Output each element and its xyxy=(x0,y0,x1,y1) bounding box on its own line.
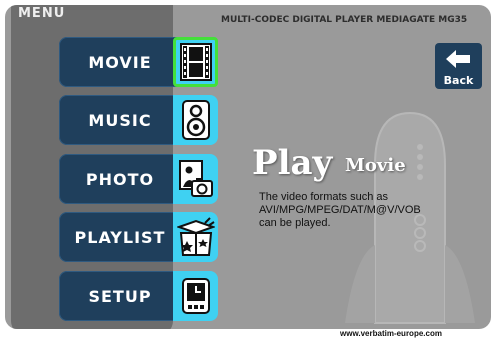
photo-button[interactable]: PHOTO xyxy=(59,154,181,204)
film-strip-icon[interactable] xyxy=(173,37,218,87)
gift-box-icon[interactable] xyxy=(173,212,218,262)
device-title: MULTI-CODEC DIGITAL PLAYER MEDIAGATE MG3… xyxy=(221,15,468,25)
speaker-icon[interactable] xyxy=(173,95,218,145)
back-label: Back xyxy=(443,74,474,87)
description-line: can be played. xyxy=(259,217,331,229)
menu-title: MENU xyxy=(18,6,66,21)
back-button[interactable]: Back xyxy=(435,43,482,89)
menu-item-movie[interactable]: MOVIE xyxy=(59,37,218,87)
description-line: AVI/MPG/MPEG/DAT/M@V/VOB xyxy=(259,204,421,216)
photo-camera-icon[interactable] xyxy=(173,154,218,204)
footer-url: www.verbatim-europe.com xyxy=(340,329,442,338)
menu-item-setup[interactable]: SETUP xyxy=(59,271,218,321)
menu-item-music[interactable]: MUSIC xyxy=(59,95,218,145)
playlist-button[interactable]: PLAYLIST xyxy=(59,212,181,262)
clock-icon[interactable] xyxy=(173,271,218,321)
movie-button[interactable]: MOVIE xyxy=(59,37,181,87)
play-heading: Play xyxy=(252,143,333,183)
setup-button[interactable]: SETUP xyxy=(59,271,181,321)
menu-item-photo[interactable]: PHOTO xyxy=(59,154,218,204)
play-target: Movie xyxy=(345,155,406,176)
music-button[interactable]: MUSIC xyxy=(59,95,181,145)
format-description: The video formats such as AVI/MPG/MPEG/D… xyxy=(259,191,449,230)
menu-item-playlist[interactable]: PLAYLIST xyxy=(59,212,218,262)
description-line: The video formats such as xyxy=(259,191,389,203)
back-arrow-icon xyxy=(446,50,470,68)
main-screen: MENU MULTI-CODEC DIGITAL PLAYER MEDIAGAT… xyxy=(5,5,491,329)
